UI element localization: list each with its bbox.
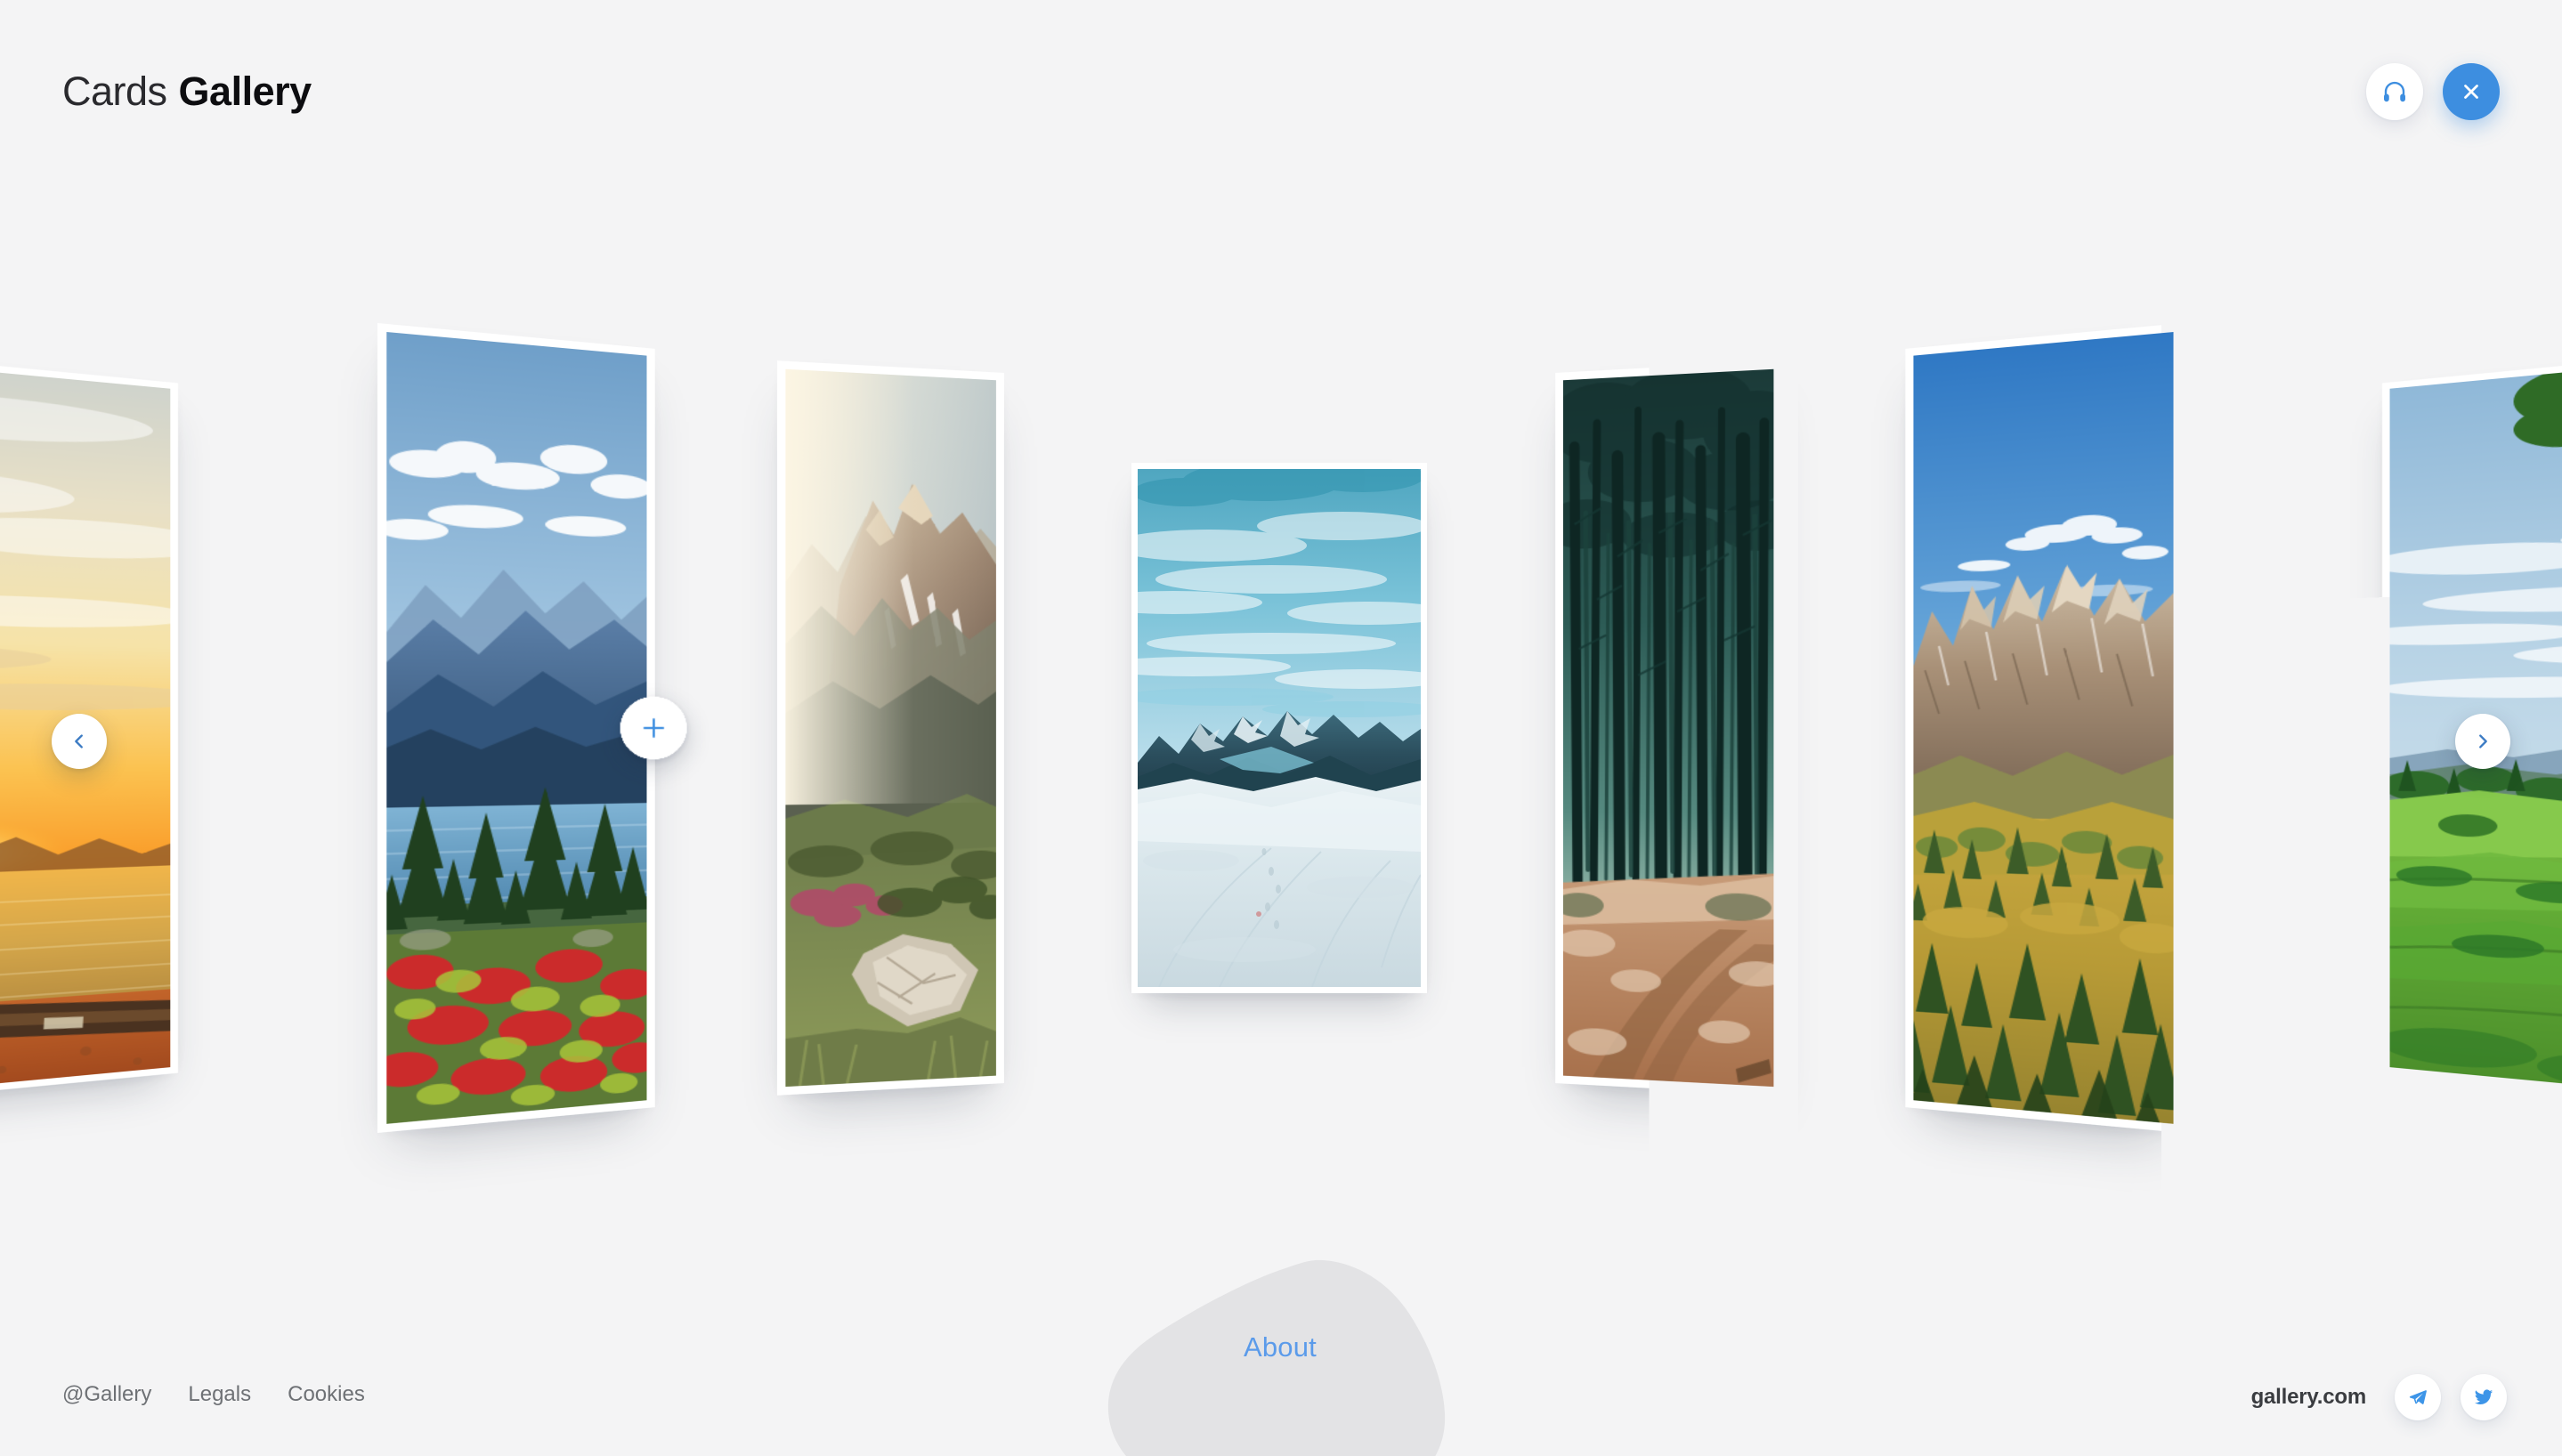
gallery-card[interactable] (1555, 360, 1782, 1096)
page-title-bold: Gallery (178, 68, 312, 114)
about-section: About (1107, 1258, 1454, 1456)
twitter-icon (2474, 1389, 2493, 1404)
twitter-button[interactable] (2461, 1374, 2507, 1420)
card-photo (1138, 469, 1421, 987)
gallery-card[interactable] (1905, 323, 2183, 1134)
about-button[interactable]: About (1107, 1258, 1454, 1436)
close-button[interactable] (2443, 62, 2500, 120)
card-photo (1913, 332, 2174, 1124)
carousel-track (0, 0, 2562, 1456)
telegram-icon (2409, 1390, 2427, 1404)
gallery-card[interactable] (377, 323, 687, 1134)
card-photo (1562, 368, 1774, 1088)
carousel-next-button[interactable] (2455, 714, 2510, 769)
site-domain: gallery.com (2250, 1385, 2367, 1409)
headphones-icon (2384, 81, 2405, 101)
gallery-card[interactable] (777, 360, 1004, 1096)
header: Cards Gallery (0, 0, 2562, 182)
plus-icon (640, 715, 668, 740)
header-actions (2366, 62, 2500, 120)
card-photo (785, 368, 997, 1088)
footer-link-gallery[interactable]: @Gallery (62, 1382, 151, 1407)
telegram-button[interactable] (2395, 1374, 2441, 1420)
footer-links: @Gallery Legals Cookies (62, 1382, 365, 1407)
carousel (0, 0, 2562, 1456)
close-icon (2464, 84, 2478, 99)
add-card-button[interactable] (620, 696, 687, 760)
chevron-left-icon (75, 734, 83, 748)
footer-link-cookies[interactable]: Cookies (288, 1382, 365, 1407)
chevron-right-icon (2479, 734, 2487, 748)
footer-social: gallery.com (2251, 1374, 2507, 1420)
audio-button[interactable] (2366, 62, 2423, 120)
footer-link-legals[interactable]: Legals (188, 1382, 251, 1407)
carousel-prev-button[interactable] (52, 714, 107, 769)
page-title-light: Cards (62, 68, 167, 114)
page-title: Cards Gallery (62, 69, 312, 115)
card-photo (386, 332, 647, 1124)
gallery-card[interactable] (1131, 463, 1427, 993)
